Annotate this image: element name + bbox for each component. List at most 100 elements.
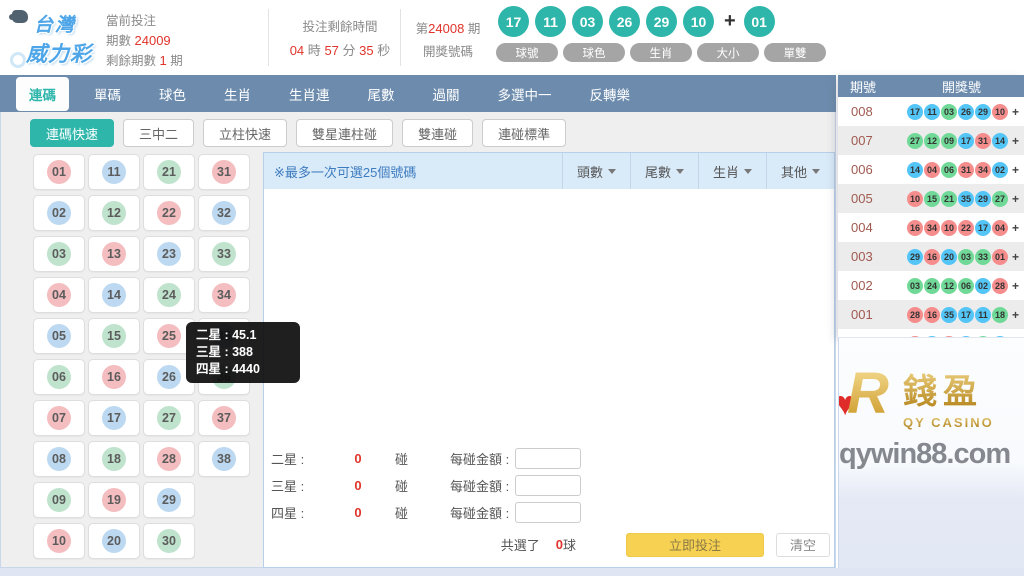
number-ball: 31 (212, 160, 236, 184)
number-ball: 01 (47, 160, 71, 184)
history-ball: 35 (941, 307, 957, 323)
number-cell[interactable]: 12 (88, 195, 140, 231)
number-cell[interactable]: 23 (143, 236, 195, 272)
history-ball: 33 (975, 249, 991, 265)
chevron-down-icon (608, 169, 616, 174)
number-cell[interactable]: 14 (88, 277, 140, 313)
number-cell[interactable]: 21 (143, 154, 195, 190)
draw-view-pill[interactable]: 球色 (563, 43, 625, 62)
number-ball: 34 (212, 283, 236, 307)
countdown-block: 投注剩餘時間 04 時 57 分 35 秒 (284, 15, 396, 63)
number-cell[interactable]: 20 (88, 523, 140, 559)
number-cell[interactable]: 38 (198, 441, 250, 477)
number-ball: 21 (157, 160, 181, 184)
nav-tab[interactable]: 生肖連 (276, 77, 343, 111)
filter-dropdown[interactable]: 其他 (766, 153, 834, 189)
number-cell[interactable]: 11 (88, 154, 140, 190)
amount-input[interactable] (515, 502, 581, 523)
amount-input[interactable] (515, 475, 581, 496)
number-cell[interactable]: 01 (33, 154, 85, 190)
number-ball: 06 (47, 365, 71, 389)
history-ball: 10 (992, 104, 1008, 120)
history-ball: 29 (907, 249, 923, 265)
number-cell[interactable]: 29 (143, 482, 195, 518)
number-cell[interactable]: 05 (33, 318, 85, 354)
filter-dropdown[interactable]: 生肖 (698, 153, 766, 189)
draw-view-pill[interactable]: 生肖 (630, 43, 692, 62)
number-cell[interactable]: 18 (88, 441, 140, 477)
history-row: 004163410221704+ (838, 213, 1024, 242)
history-ball: 16 (924, 307, 940, 323)
nav-tab[interactable]: 過關 (420, 77, 473, 111)
history-ball: 26 (958, 104, 974, 120)
number-ball: 25 (157, 324, 181, 348)
drawn-ball: 29 (646, 6, 677, 37)
number-ball: 27 (157, 406, 181, 430)
subtab-button[interactable]: 雙星連柱碰 (296, 119, 393, 147)
amount-input[interactable] (515, 448, 581, 469)
watermark-overlay: ♥ R 錢盈 QY CASINO qywin88.com (838, 337, 1024, 576)
odds-tooltip: 二星 : 45.1三星 : 388四星 : 4440 (186, 322, 300, 383)
casino-logo: ♥ R 錢盈 QY CASINO (839, 364, 1024, 430)
number-cell[interactable]: 33 (198, 236, 250, 272)
nav-tab[interactable]: 多選中一 (485, 77, 565, 111)
draw-view-pill[interactable]: 單雙 (764, 43, 826, 62)
number-cell[interactable]: 32 (198, 195, 250, 231)
history-ball: 21 (941, 191, 957, 207)
number-cell[interactable]: 13 (88, 236, 140, 272)
submit-bet-button[interactable]: 立即投注 (626, 533, 764, 557)
nav-tab[interactable]: 反轉樂 (577, 77, 644, 111)
number-cell[interactable]: 19 (88, 482, 140, 518)
nav-tab[interactable]: 單碼 (81, 77, 134, 111)
history-row: 005101521352927+ (838, 184, 1024, 213)
nav-tab[interactable]: 尾數 (355, 77, 408, 111)
number-ball: 17 (102, 406, 126, 430)
draw-view-pill[interactable]: 大小 (697, 43, 759, 62)
plus-sign: + (1012, 308, 1019, 322)
subtab-button[interactable]: 三中二 (123, 119, 194, 147)
draw-view-pills: 球號球色生肖大小單雙 (496, 43, 826, 62)
number-cell[interactable]: 24 (143, 277, 195, 313)
number-cell[interactable]: 28 (143, 441, 195, 477)
filter-dropdown[interactable]: 頭數 (562, 153, 630, 189)
nav-tab[interactable]: 連碼 (16, 77, 69, 111)
special-ball: 01 (744, 6, 775, 37)
number-ball: 30 (157, 529, 181, 553)
nav-tab[interactable]: 球色 (146, 77, 199, 111)
number-cell[interactable]: 04 (33, 277, 85, 313)
nav-tab[interactable]: 生肖 (211, 77, 264, 111)
drawn-ball: 10 (683, 6, 714, 37)
number-cell[interactable]: 03 (33, 236, 85, 272)
bet-actions: 共選了 0 球 立即投注 清空 (264, 532, 830, 557)
history-ball: 17 (958, 307, 974, 323)
history-ball: 24 (924, 278, 940, 294)
selected-count: 0 (556, 537, 563, 552)
subtab-button[interactable]: 立柱快速 (203, 119, 287, 147)
history-ball: 28 (992, 278, 1008, 294)
draw-view-pill[interactable]: 球號 (496, 43, 558, 62)
number-cell[interactable]: 30 (143, 523, 195, 559)
filter-dropdown[interactable]: 尾數 (630, 153, 698, 189)
number-cell[interactable]: 37 (198, 400, 250, 436)
history-ball: 04 (992, 220, 1008, 236)
number-cell[interactable]: 07 (33, 400, 85, 436)
number-cell[interactable]: 34 (198, 277, 250, 313)
number-cell[interactable]: 02 (33, 195, 85, 231)
number-cell[interactable]: 08 (33, 441, 85, 477)
subtab-button[interactable]: 連碰標準 (482, 119, 566, 147)
subtab-button[interactable]: 雙連碰 (402, 119, 473, 147)
history-ball: 11 (975, 307, 991, 323)
number-cell[interactable]: 10 (33, 523, 85, 559)
number-cell[interactable]: 27 (143, 400, 195, 436)
subtab-button[interactable]: 連碼快速 (30, 119, 114, 147)
combo-count: 0 (335, 451, 381, 466)
number-cell[interactable]: 31 (198, 154, 250, 190)
number-cell[interactable]: 22 (143, 195, 195, 231)
drawn-ball: 17 (498, 6, 529, 37)
number-cell[interactable]: 09 (33, 482, 85, 518)
clear-button[interactable]: 清空 (776, 533, 830, 557)
number-cell[interactable]: 06 (33, 359, 85, 395)
number-cell[interactable]: 17 (88, 400, 140, 436)
number-cell[interactable]: 16 (88, 359, 140, 395)
number-cell[interactable]: 15 (88, 318, 140, 354)
